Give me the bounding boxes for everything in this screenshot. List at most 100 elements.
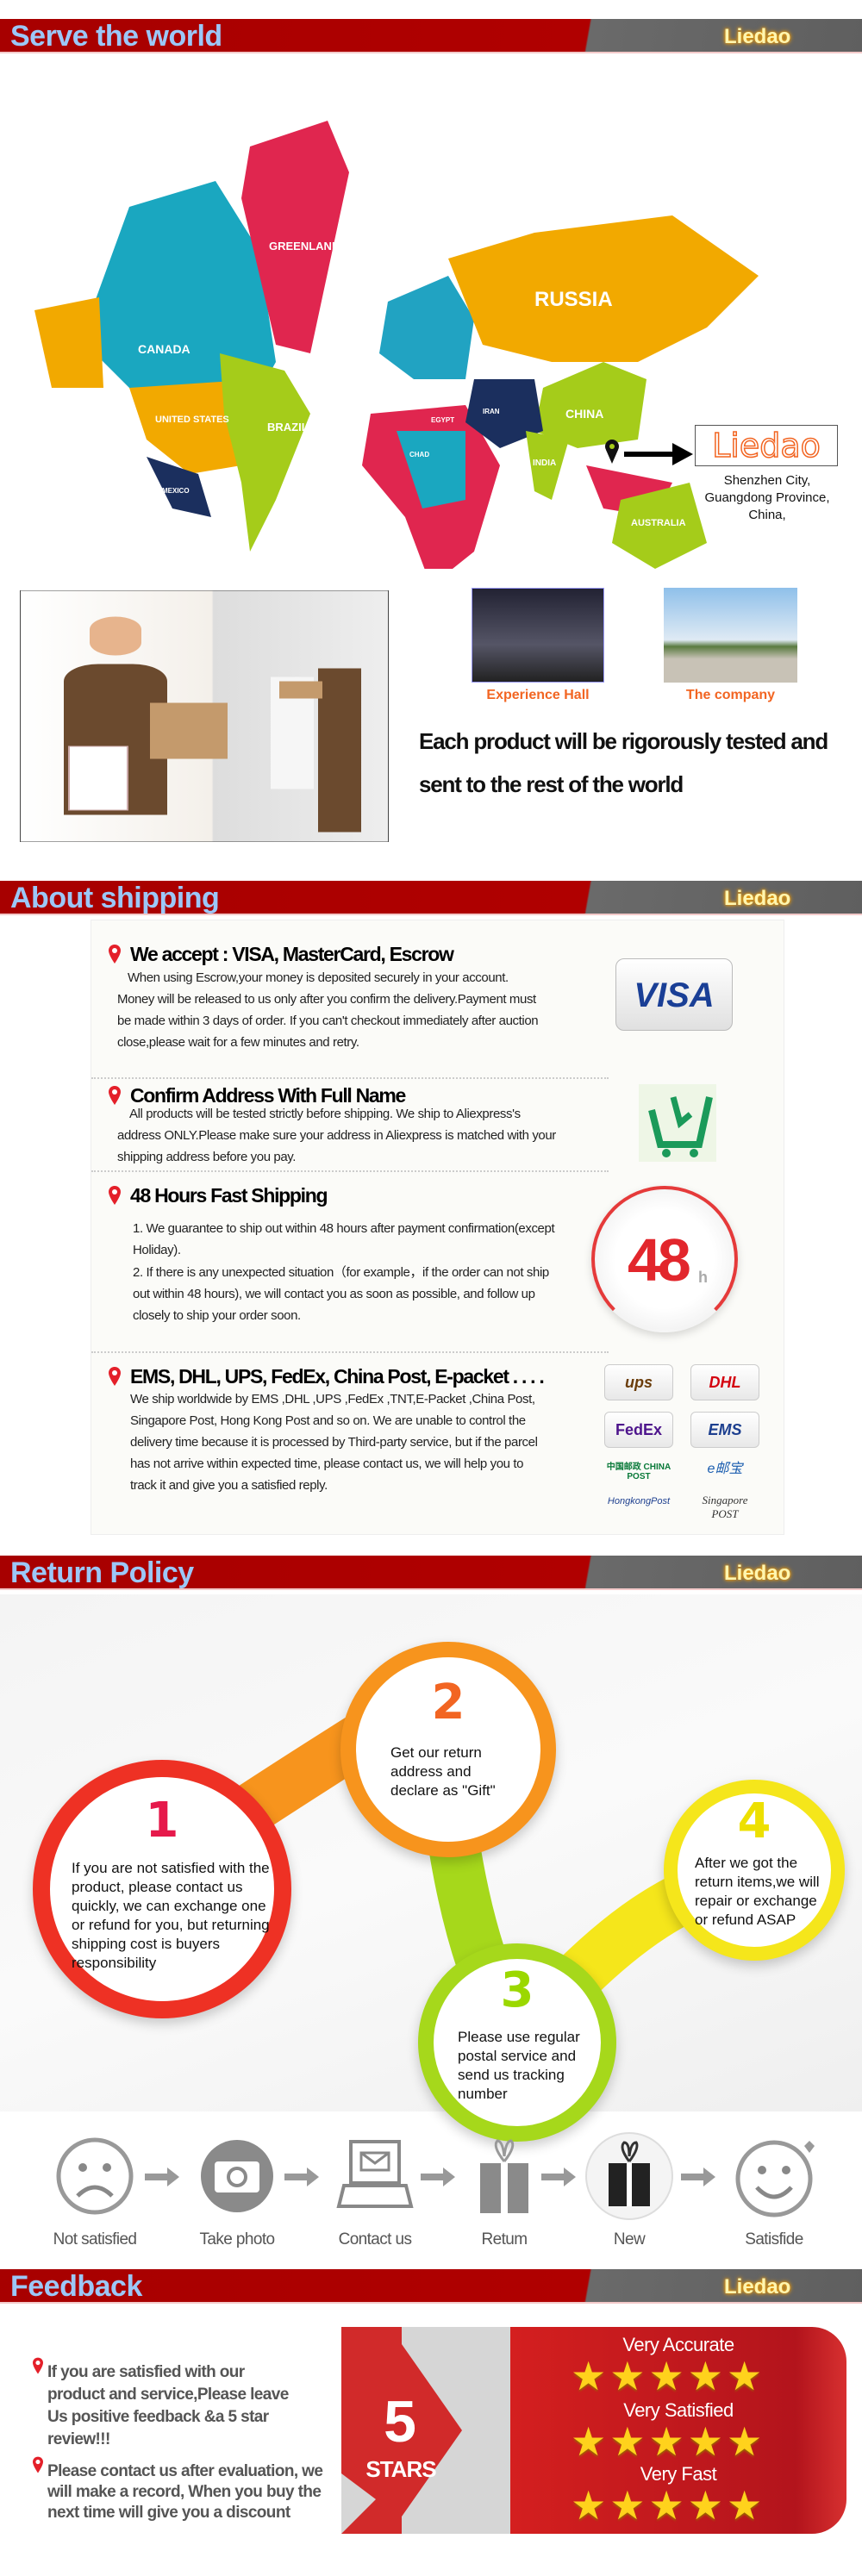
divider: [91, 1351, 609, 1353]
china-post-logo-icon: 中国邮政 CHINA POST: [606, 1463, 671, 1481]
world-map: GREENLAND CANADA UNITED STATES BRAZIL RU…: [34, 121, 759, 569]
map-label: EGYPT: [431, 416, 454, 424]
laptop-mail-icon: [336, 2140, 414, 2208]
section-header-feedback: Feedback Liedao: [0, 2269, 862, 2304]
location-pin-icon: [109, 1086, 121, 1105]
location-address: Shenzhen City, Guangdong Province, China…: [704, 473, 830, 522]
ribbon-text: STARS: [365, 2456, 436, 2482]
happy-face-icon: [735, 2140, 815, 2217]
experience-hall-photo: [472, 588, 604, 683]
shipping-item-body: All products will be tested strictly bef…: [117, 1107, 556, 1164]
five-star-rating-icon: ★★★★★: [571, 2483, 766, 2528]
cart-check-icon: [639, 1084, 716, 1162]
arrow-right-icon: [145, 2167, 179, 2186]
location-pin-icon: [33, 2357, 43, 2374]
map-europe: [379, 276, 474, 379]
arrow-right-icon: [624, 443, 693, 465]
shipping-item-title: EMS, DHL, UPS, FedEx, China Post, E-pack…: [130, 1365, 545, 1388]
flow-step: New: [578, 2129, 681, 2249]
location-pin-icon: [109, 1186, 121, 1205]
brand-logo: Liedao: [724, 1562, 791, 1585]
map-label: MEXICO: [162, 487, 190, 495]
fedex-logo-icon: FedEx: [604, 1412, 673, 1448]
shipping-item-title: 48 Hours Fast Shipping: [130, 1184, 328, 1207]
flow-label: Retum: [481, 2230, 528, 2249]
divider: [91, 1077, 609, 1079]
arrow-right-icon: [284, 2167, 319, 2186]
map-alaska: [34, 297, 103, 388]
location-pin-icon: [605, 440, 619, 464]
photo-label: The company: [685, 688, 776, 702]
delivery-photo: [20, 590, 389, 842]
flow-label: Satisfide: [745, 2230, 803, 2249]
section-header-serve: Serve the world Liedao: [0, 19, 862, 53]
return-step-1: 1 If you are not satisfied with the prod…: [33, 1760, 291, 2018]
divider: [91, 1170, 609, 1172]
shipping-panel: We accept : VISA, MasterCard, Escrow Whe…: [91, 920, 784, 1535]
ems-logo-icon: EMS: [690, 1412, 759, 1448]
section-title: Feedback: [10, 2270, 142, 2303]
five-star-rating-icon: ★★★★★: [571, 2419, 766, 2464]
singapore-post-logo-icon: Singapore POST: [702, 1494, 748, 1520]
tagline-line: Each product will be rigorously tested a…: [419, 728, 828, 754]
shipping-item-body: When using Escrow,your money is deposite…: [117, 970, 539, 1050]
step-number: 1: [145, 1793, 179, 1849]
arrow-right-icon: [681, 2167, 715, 2186]
return-step-2: 2 Get our return address and declare as …: [340, 1642, 556, 1857]
ratings-panel: Very Accurate ★★★★★ Very Satisfied ★★★★★…: [510, 2327, 846, 2534]
shipping-item-body: We ship worldwide by EMS ,DHL ,UPS ,FedE…: [130, 1392, 538, 1493]
ups-logo-icon: ups: [604, 1364, 673, 1400]
brand-logo: Liedao: [724, 2275, 791, 2298]
flow-label: New: [613, 2230, 646, 2249]
map-label: IRAN: [483, 408, 500, 415]
48h-clock-icon: 48 h: [591, 1186, 738, 1332]
epacket-logo-icon: e邮宝: [707, 1462, 743, 1476]
48h-number: 48: [628, 1226, 691, 1294]
camera-icon: [201, 2140, 273, 2212]
shipping-item-body: 2. If there is any unexpected situation（…: [133, 1265, 549, 1323]
location-pin-icon: [109, 945, 121, 964]
flow-label: Take photo: [199, 2230, 276, 2249]
section-header-shipping: About shipping Liedao: [0, 881, 862, 915]
five-star-rating-icon: ★★★★★: [571, 2354, 766, 2398]
map-label: BRAZIL: [267, 421, 309, 433]
visa-card-icon: VISA: [615, 958, 733, 1031]
return-step-3: 3 Please use regular postal service and …: [418, 1943, 616, 2142]
map-label: RUSSIA: [534, 288, 613, 311]
section-title: Return Policy: [10, 1556, 194, 1589]
map-label: CHAD: [409, 451, 429, 458]
dhl-logo-icon: DHL: [690, 1364, 759, 1400]
step-number: 3: [500, 1962, 534, 2018]
map-label: UNITED STATES: [155, 415, 229, 425]
gift-box-icon: [480, 2139, 528, 2213]
brand-logo: Liedao: [724, 887, 791, 910]
flow-step: Satisfide: [722, 2129, 826, 2249]
location-pin-icon: [33, 2456, 43, 2473]
48h-unit: h: [698, 1269, 708, 1286]
flow-step: Not satisfied: [43, 2129, 147, 2249]
tagline-line: sent to the rest of the world: [419, 771, 684, 797]
flow-label: Contact us: [338, 2230, 412, 2249]
section-header-returns: Return Policy Liedao: [0, 1556, 862, 1590]
step-text: Please use regular postal service and se…: [458, 2029, 580, 2102]
flow-step: Retum: [453, 2129, 556, 2249]
step-number: 4: [737, 1793, 771, 1849]
flow-label: Not satisfied: [53, 2230, 137, 2249]
hongkong-post-logo-icon: HongkongPost: [607, 1496, 671, 1506]
map-label: CANADA: [138, 342, 191, 356]
arrow-right-icon: [541, 2167, 576, 2186]
brand-logo: Liedao: [724, 25, 791, 48]
map-label: KAZAKHSTAN: [509, 371, 556, 379]
shipping-item-title: We accept : VISA, MasterCard, Escrow: [130, 943, 454, 965]
section-title: Serve the world: [10, 20, 222, 53]
shipping-item-body: 1. We guarantee to ship out within 48 ho…: [133, 1221, 555, 1257]
map-label: INDIA: [533, 458, 556, 468]
section-title: About shipping: [10, 882, 220, 914]
gift-box-icon: [585, 2132, 673, 2220]
flow-step: Take photo: [185, 2129, 289, 2249]
step-number: 2: [431, 1675, 465, 1731]
flow-step: Contact us: [323, 2129, 427, 2249]
location-pin-icon: [109, 1367, 121, 1386]
step-text: If you are not satisfied with the produc…: [72, 1860, 270, 1971]
step-text: After we got the return items,we will re…: [695, 1855, 820, 1928]
